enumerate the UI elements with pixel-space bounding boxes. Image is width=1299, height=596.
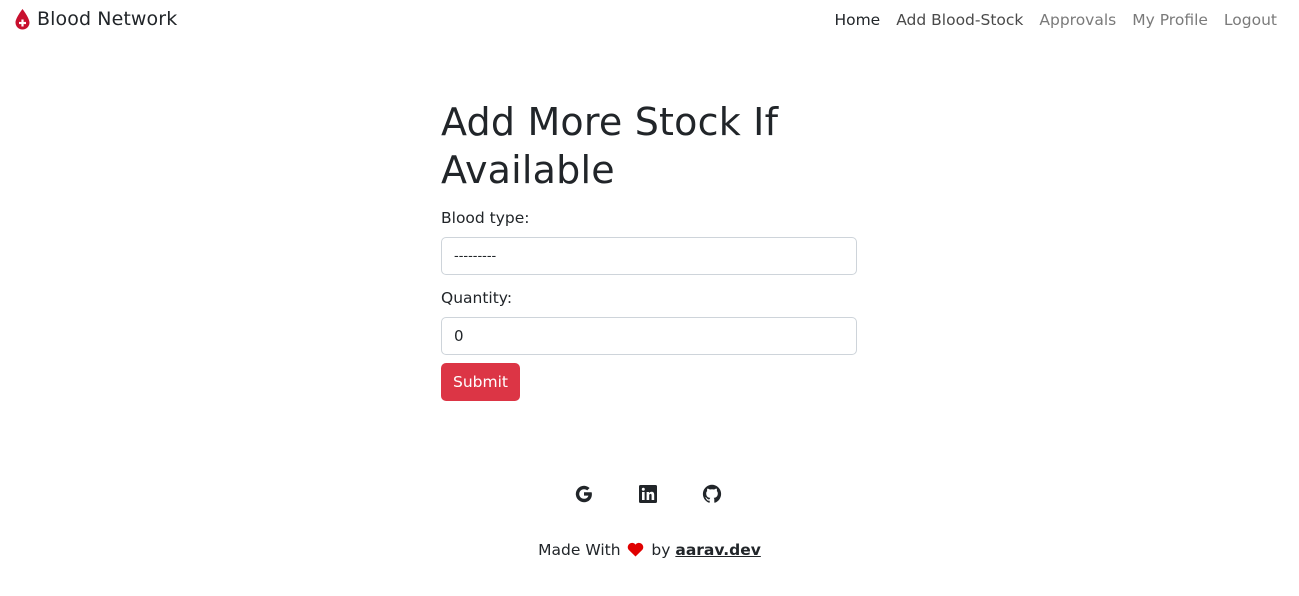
nav-home[interactable]: Home	[834, 11, 880, 29]
social-links	[573, 483, 723, 505]
nav-add-blood-stock[interactable]: Add Blood-Stock	[896, 11, 1023, 29]
heart-icon	[628, 542, 644, 557]
submit-button[interactable]: Submit	[441, 363, 520, 401]
nav-my-profile[interactable]: My Profile	[1132, 11, 1208, 29]
brand-text: Blood Network	[37, 8, 178, 30]
add-stock-form: Add More Stock If Available Blood type: …	[441, 98, 857, 401]
quantity-label: Quantity:	[441, 289, 513, 307]
footer-credit: Made With by aarav.dev	[0, 541, 1299, 559]
brand-link[interactable]: Blood Network	[14, 8, 177, 30]
blood-drop-icon	[15, 9, 30, 30]
nav-logout[interactable]: Logout	[1224, 11, 1277, 29]
linkedin-icon[interactable]	[637, 483, 659, 505]
author-link[interactable]: aarav.dev	[675, 541, 760, 559]
navbar: Blood Network Home Add Blood-Stock Appro…	[0, 0, 1299, 44]
made-with-text: Made With	[538, 541, 621, 559]
page-title: Add More Stock If Available	[441, 100, 779, 192]
by-text: by	[651, 541, 671, 559]
blood-type-label: Blood type:	[441, 209, 530, 227]
nav-approvals[interactable]: Approvals	[1039, 11, 1116, 29]
github-icon[interactable]	[701, 483, 723, 505]
google-icon[interactable]	[573, 483, 595, 505]
blood-type-select[interactable]: ---------	[441, 237, 857, 275]
nav-links: Home Add Blood-Stock Approvals My Profil…	[834, 11, 1277, 29]
quantity-input[interactable]: 0	[441, 317, 857, 355]
